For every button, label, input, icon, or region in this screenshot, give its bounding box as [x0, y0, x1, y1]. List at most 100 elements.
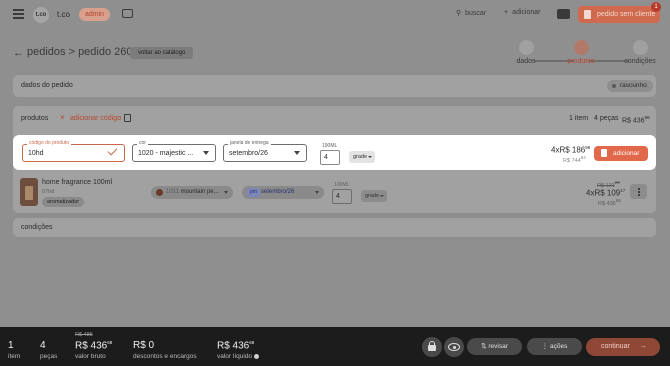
- entry-total-price-cents: 84: [580, 155, 586, 160]
- summary-total-cents: 98: [644, 115, 650, 120]
- step-dados[interactable]: dados: [506, 40, 546, 65]
- quantity-input[interactable]: 4: [320, 150, 340, 165]
- more-vertical-icon: ⋮: [541, 343, 549, 350]
- footer-gross-value: R$ 43668: [75, 340, 112, 351]
- product-code-field[interactable]: código do produto 10hd: [22, 140, 125, 162]
- add-product-label: adicionar: [613, 150, 640, 157]
- search-label: buscar: [465, 9, 487, 17]
- eye-icon: [448, 343, 460, 351]
- footer-net-amount: R$ 436: [217, 340, 250, 352]
- footer-pieces-label: peças: [40, 353, 58, 360]
- more-options-icon[interactable]: [630, 184, 647, 199]
- chevron-down-icon: [224, 191, 228, 194]
- review-button[interactable]: ⇅ revisar: [467, 338, 522, 355]
- line-color-select[interactable]: 1011 mountain pe...: [151, 186, 233, 199]
- back-to-catalog-button[interactable]: voltar ao catálogo: [130, 47, 194, 59]
- review-icon: ⇅: [481, 343, 487, 350]
- order-data-card[interactable]: [13, 75, 656, 97]
- footer-discounts-value: R$ 0: [133, 340, 155, 351]
- actions-label: ações: [549, 343, 568, 350]
- add-button[interactable]: + adicionar: [504, 9, 541, 16]
- delivery-tag: pm: [247, 188, 260, 197]
- line-color-code: 1011: [166, 189, 179, 195]
- chevron-down-icon: [315, 191, 319, 194]
- summary-total: R$ 43698: [622, 115, 650, 124]
- order-icon: [584, 10, 591, 19]
- entry-unit-price: 4xR$ 18696: [551, 145, 590, 155]
- product-category-tag: aromatizador: [42, 197, 85, 207]
- color-select[interactable]: cor 1020 - majestic ...: [132, 140, 216, 162]
- bottom-summary-bar: 1 item 4 peças R$ 485 R$ 43668 valor bru…: [0, 327, 670, 366]
- product-code-value: 10hd: [28, 150, 44, 157]
- color-swatch: [156, 189, 163, 196]
- info-icon[interactable]: [254, 353, 260, 359]
- product-name: home fragrance 100ml: [42, 179, 113, 186]
- line-unit-price: 4xR$ 10917: [586, 188, 625, 198]
- step-label: dados: [516, 58, 536, 65]
- continue-label: continuar: [601, 343, 630, 350]
- entry-total-price-value: R$ 744: [563, 157, 581, 164]
- footer-net-label-text: valor líquido: [217, 353, 253, 360]
- notification-badge: 1: [651, 2, 661, 12]
- footer-net-label: valor líquido: [217, 353, 260, 360]
- back-arrow-icon[interactable]: ←: [13, 47, 24, 59]
- footer-items-value: 1: [8, 340, 14, 351]
- line-grid-button[interactable]: grade: [361, 190, 388, 202]
- lock-icon: [428, 341, 436, 351]
- footer-net-cents: 68: [249, 340, 255, 345]
- add-code-button[interactable]: adicionar código: [70, 115, 121, 122]
- conditions-card[interactable]: [13, 218, 656, 237]
- add-product-button[interactable]: adicionar: [594, 146, 648, 161]
- register-icon[interactable]: [557, 9, 570, 19]
- line-delivery-select[interactable]: pm setembro/26: [242, 186, 324, 199]
- product-sku: 07hd: [42, 189, 55, 195]
- summary-total-value: R$ 436: [622, 117, 645, 125]
- footer-discounts-label: descontos e encargos: [133, 353, 197, 360]
- grid-button[interactable]: grade: [349, 151, 376, 163]
- line-delivery-value: setembro/26: [261, 189, 295, 195]
- line-old-price-cents: 20: [614, 180, 620, 185]
- chat-icon[interactable]: [122, 9, 133, 18]
- check-icon: [107, 145, 118, 156]
- line-unit-price-cents: 17: [620, 188, 626, 193]
- delivery-window-select[interactable]: janela de entrega setembro/26: [223, 140, 307, 162]
- line-size-label: 100ML: [334, 182, 350, 188]
- arrow-right-icon: →: [639, 343, 647, 350]
- line-total: R$ 43668: [598, 198, 621, 207]
- search-icon: ⚲: [456, 10, 462, 17]
- person-icon: [518, 40, 534, 55]
- line-unit-price-value: 4xR$ 109: [586, 188, 621, 198]
- size-label: 190ML: [322, 143, 338, 149]
- step-produtos[interactable]: produtos: [561, 40, 601, 65]
- step-label: produtos: [567, 58, 595, 65]
- product-thumbnail[interactable]: [20, 178, 38, 206]
- product-code-label: código do produto: [27, 140, 72, 146]
- status-badge: rascunho: [607, 80, 653, 92]
- footer-gross-old: R$ 485: [75, 332, 93, 338]
- store-logo[interactable]: t.co: [33, 7, 49, 23]
- actions-button[interactable]: ⋮ ações: [527, 338, 582, 355]
- step-label: condições: [624, 58, 656, 65]
- preview-button[interactable]: [444, 337, 464, 357]
- conditions-title: condições: [21, 224, 53, 231]
- continue-button[interactable]: continuar →: [586, 338, 660, 356]
- line-quantity-input[interactable]: 4: [332, 189, 352, 204]
- tag-icon: [573, 40, 589, 55]
- delivery-window-label: janela de entrega: [228, 140, 271, 146]
- close-icon[interactable]: ×: [60, 114, 66, 122]
- footer-items-label: item: [8, 353, 21, 360]
- summary-pieces: 4 peças: [594, 115, 619, 122]
- search-button[interactable]: ⚲ buscar: [456, 9, 487, 18]
- copy-icon[interactable]: [124, 114, 131, 122]
- line-color-name: mountain pe...: [180, 189, 219, 195]
- line-total-value: R$ 436: [598, 200, 616, 207]
- step-condicoes[interactable]: condições: [620, 40, 660, 65]
- color-label: cor: [137, 140, 148, 146]
- menu-icon[interactable]: [13, 9, 24, 19]
- order-without-client-button[interactable]: pedido sem cliente: [578, 6, 660, 23]
- footer-gross-cents: 68: [107, 340, 113, 345]
- footer-pieces-value: 4: [40, 340, 46, 351]
- lock-button[interactable]: [422, 337, 442, 357]
- entry-unit-price-value: 4xR$ 186: [551, 145, 586, 155]
- top-bar: t.co t.co admin ⚲ buscar + adicionar ped…: [0, 0, 670, 30]
